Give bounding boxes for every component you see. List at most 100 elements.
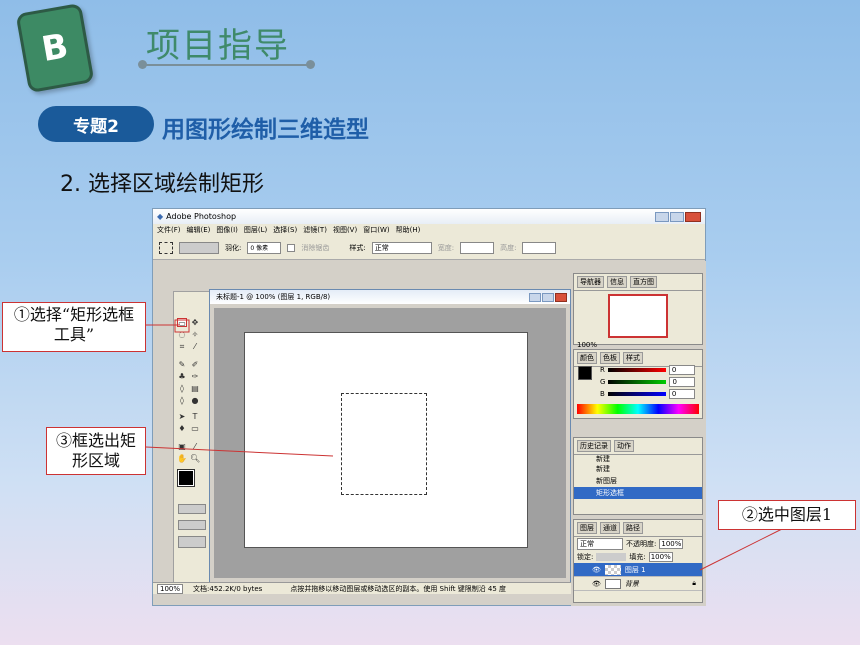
imageready-icon[interactable] — [178, 536, 206, 548]
color-panel: 颜色 色板 样式 R 0 G 0 B 0 — [573, 349, 703, 419]
rect-marquee-tool-icon[interactable]: ▭ — [177, 318, 187, 328]
opacity-label: 不透明度: — [626, 540, 657, 548]
ps-options-bar: 羽化: 0 像素 消除锯齿 样式: 正常 宽度: 高度: — [153, 236, 705, 260]
navigator-zoom[interactable]: 100% — [574, 341, 702, 349]
channel-r-label: R — [600, 366, 605, 374]
blur-tool-icon[interactable]: ◊ — [177, 396, 187, 405]
hand-tool-icon[interactable]: ✋ — [177, 454, 187, 463]
channel-r-slider[interactable] — [607, 368, 666, 372]
menu-help[interactable]: 帮助(H) — [396, 225, 421, 235]
status-doc-size: 文档:452.2K/0 bytes — [193, 584, 263, 593]
eyedropper-icon[interactable]: ⁄ — [190, 442, 200, 451]
menu-view[interactable]: 视图(V) — [333, 225, 357, 235]
ps-titlebar: ◆ Adobe Photoshop — [153, 209, 705, 224]
fill-input[interactable]: 100% — [648, 552, 673, 562]
tab-color[interactable]: 颜色 — [577, 352, 597, 364]
history-item[interactable]: 新建 — [574, 455, 702, 463]
topic-pill: 专题2 — [38, 106, 154, 142]
tab-swatches[interactable]: 色板 — [600, 352, 620, 364]
tab-paths[interactable]: 路径 — [623, 522, 643, 534]
selection-mode-icons[interactable] — [179, 241, 219, 254]
status-zoom[interactable]: 100% — [157, 583, 184, 594]
zoom-tool-icon[interactable]: 🔍︎ — [190, 454, 200, 463]
tab-info[interactable]: 信息 — [607, 276, 627, 288]
document-canvas[interactable] — [244, 332, 528, 548]
channel-b-value[interactable]: 0 — [668, 389, 695, 399]
tab-histogram[interactable]: 直方图 — [630, 276, 657, 288]
underline-dot-right — [306, 60, 315, 69]
callout-select-marquee: ①选择“矩形选框工具” — [2, 302, 146, 352]
channel-g-slider[interactable] — [608, 380, 667, 384]
opacity-input[interactable]: 100% — [659, 539, 684, 549]
history-brush-icon[interactable]: ✑ — [190, 372, 200, 381]
height-input[interactable] — [522, 241, 557, 254]
tab-styles[interactable]: 样式 — [623, 352, 643, 364]
history-item[interactable]: 新建 — [574, 463, 702, 475]
history-item-selected[interactable]: 矩形选框 — [574, 487, 702, 499]
foreground-color-swatch[interactable] — [177, 469, 195, 487]
type-tool-icon[interactable]: T — [190, 412, 200, 421]
palette-dock: 导航器 信息 直方图 100% 颜色 色板 样式 R 0 G 0 B 0 历史记录 动作 新建 … — [571, 261, 706, 606]
tab-navigator[interactable]: 导航器 — [577, 276, 604, 288]
layer-row-layer1[interactable]: 👁︎ 图层 1 — [574, 563, 702, 577]
maximize-icon[interactable] — [670, 211, 684, 222]
ps-app-title: Adobe Photoshop — [166, 212, 237, 221]
doc-minimize-icon[interactable] — [529, 292, 541, 302]
pencil-tool-icon[interactable]: ✐ — [190, 360, 200, 369]
color-spectrum[interactable] — [577, 404, 699, 414]
menu-image[interactable]: 图像(I) — [216, 225, 238, 235]
dodge-tool-icon[interactable]: ● — [190, 396, 200, 405]
document-titlebar: 未标题-1 @ 100% (图层 1, RGB/8) — [210, 290, 570, 304]
eraser-tool-icon[interactable]: ◊ — [177, 384, 187, 393]
layer-row-background[interactable]: 👁︎ 背景 🔒︎ — [574, 577, 702, 591]
antialias-checkbox[interactable] — [287, 243, 296, 252]
path-select-icon[interactable]: ➤ — [177, 412, 187, 421]
doc-maximize-icon[interactable] — [542, 292, 554, 302]
lock-icons[interactable] — [596, 553, 627, 561]
gradient-tool-icon[interactable]: ▤ — [190, 384, 200, 393]
tab-channels[interactable]: 通道 — [600, 522, 620, 534]
menu-layer[interactable]: 图层(L) — [244, 225, 267, 235]
menu-edit[interactable]: 编辑(E) — [187, 225, 211, 235]
stamp-tool-icon[interactable]: ♣ — [177, 372, 187, 381]
layer-name[interactable]: 图层 1 — [625, 565, 646, 575]
magic-wand-icon[interactable]: ✧ — [190, 330, 200, 339]
navigator-thumbnail[interactable] — [608, 294, 668, 338]
tab-actions[interactable]: 动作 — [614, 440, 634, 452]
move-tool-icon[interactable]: ✥ — [190, 318, 200, 327]
pen-tool-icon[interactable]: ♦ — [177, 424, 187, 433]
eye-icon[interactable]: 👁︎ — [592, 566, 601, 574]
crop-tool-icon[interactable]: ⌗ — [177, 342, 187, 351]
close-icon[interactable] — [685, 211, 701, 222]
title-underline — [142, 64, 312, 66]
minimize-icon[interactable] — [655, 211, 669, 222]
doc-close-icon[interactable] — [555, 292, 567, 302]
lasso-tool-icon[interactable]: ◌ — [177, 330, 187, 339]
style-select[interactable]: 正常 — [371, 241, 432, 254]
slice-tool-icon[interactable]: ⁄ — [190, 342, 200, 351]
menu-filter[interactable]: 滤镜(T) — [303, 225, 327, 235]
history-item[interactable]: 新图层 — [574, 475, 702, 487]
blend-mode-select[interactable]: 正常 — [577, 538, 623, 550]
layer-thumbnail — [604, 564, 621, 575]
eye-icon[interactable]: 👁︎ — [592, 580, 601, 588]
rectangle-selection[interactable] — [341, 393, 427, 495]
tab-history[interactable]: 历史记录 — [577, 440, 611, 452]
marquee-preset-icon[interactable] — [159, 241, 173, 254]
width-input[interactable] — [460, 241, 495, 254]
shape-tool-icon[interactable]: ▭ — [190, 424, 200, 433]
menu-file[interactable]: 文件(F) — [157, 225, 181, 235]
menu-window[interactable]: 窗口(W) — [363, 225, 389, 235]
menu-select[interactable]: 选择(S) — [273, 225, 297, 235]
channel-g-value[interactable]: 0 — [669, 377, 696, 387]
quickmask-icons[interactable] — [178, 504, 206, 514]
notes-tool-icon[interactable]: ▣ — [177, 442, 187, 451]
channel-r-value[interactable]: 0 — [668, 365, 695, 375]
channel-b-slider[interactable] — [607, 392, 666, 396]
screen-mode-icons[interactable] — [178, 520, 206, 530]
brush-tool-icon[interactable]: ✎ — [177, 360, 187, 369]
feather-input[interactable]: 0 像素 — [247, 241, 282, 254]
color-fg-swatch[interactable] — [578, 366, 592, 380]
tab-layers[interactable]: 图层 — [577, 522, 597, 534]
layer-name[interactable]: 背景 — [625, 579, 639, 589]
